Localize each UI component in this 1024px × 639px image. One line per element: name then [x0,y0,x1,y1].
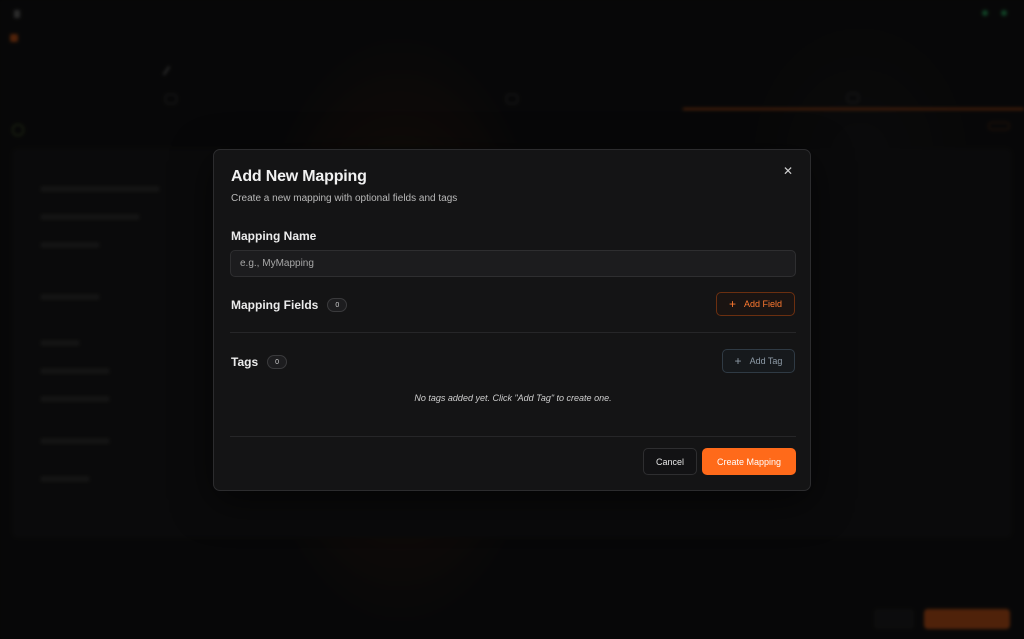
dialog-subtitle: Create a new mapping with optional field… [231,193,458,204]
divider [230,436,796,437]
mapping-name-label: Mapping Name [231,229,317,243]
add-tag-button[interactable]: + Add Tag [722,349,795,373]
close-icon[interactable]: ✕ [781,164,795,178]
mapping-fields-count-badge: 0 [327,298,348,312]
mapping-name-input[interactable] [230,250,796,277]
tags-label: Tags [231,355,259,369]
cancel-button[interactable]: Cancel [643,448,697,475]
add-field-button[interactable]: + Add Field [716,292,795,316]
create-mapping-button[interactable]: Create Mapping [702,448,796,475]
mapping-fields-label: Mapping Fields [231,298,319,312]
add-field-label: Add Field [743,299,783,309]
add-mapping-dialog: Add New Mapping Create a new mapping wit… [213,149,811,491]
mapping-fields-header: Mapping Fields 0 [231,298,348,312]
tags-empty-message: No tags added yet. Click "Add Tag" to cr… [414,393,612,403]
tags-count-badge: 0 [267,355,288,369]
tags-header: Tags 0 [231,355,288,369]
plus-icon: + [728,297,736,311]
plus-icon: + [734,354,742,368]
add-tag-label: Add Tag [749,356,783,366]
divider [230,332,796,333]
dialog-title: Add New Mapping [231,168,367,185]
